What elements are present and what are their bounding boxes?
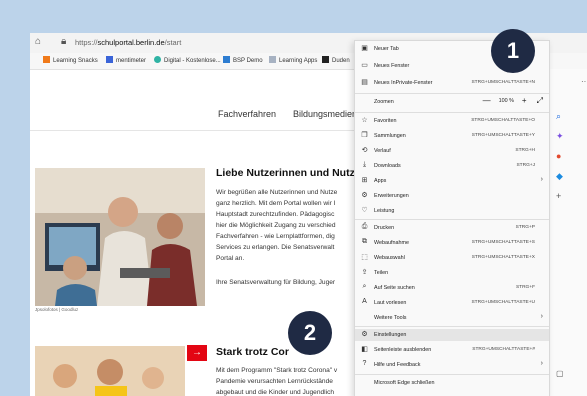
edge-sidebar: ⌕ ✦ ● ◆ + ▢ bbox=[547, 69, 587, 396]
url-field[interactable]: https://schulportal.berlin.de/start bbox=[75, 38, 181, 47]
star-icon: ☆ bbox=[361, 117, 368, 124]
find-icon: ⌕ bbox=[362, 283, 367, 290]
menu-downloads[interactable]: ⤓ Downloads STRG+J bbox=[355, 160, 549, 172]
menu-help-feedback[interactable]: ? Hilfe und Feedback › bbox=[355, 359, 549, 371]
welcome-line: Hauptstadt zurechtzufinden. Pädagogisc bbox=[216, 211, 335, 218]
arrow-right-button[interactable]: → bbox=[187, 345, 207, 361]
nav-bildungsmedien[interactable]: Bildungsmedien bbox=[293, 109, 357, 119]
welcome-heading: Liebe Nutzerinnen und Nutz bbox=[216, 167, 355, 179]
web-select-icon: ⬚ bbox=[361, 254, 368, 261]
menu-more-tools[interactable]: Weitere Tools › bbox=[355, 312, 549, 324]
callout-2: 2 bbox=[288, 311, 332, 355]
bookmark-duden[interactable]: Duden bbox=[322, 56, 350, 64]
menu-find-on-page[interactable]: ⌕ Auf Seite suchen STRG+F bbox=[355, 282, 549, 294]
menu-divider bbox=[355, 374, 549, 375]
welcome-line: hier die Möglichkeit Zugang zu verschied bbox=[216, 222, 336, 229]
welcome-line: ganz herzlich. Mit dem Portal wollen wir… bbox=[216, 200, 336, 207]
extensions-icon: ⚙ bbox=[361, 192, 368, 199]
outlook-icon[interactable]: ◆ bbox=[556, 171, 563, 182]
bookmark-favicon-icon bbox=[269, 56, 276, 63]
office-icon[interactable]: ● bbox=[556, 151, 561, 161]
menu-zoom: Zoomen —100 % + ⤢ bbox=[374, 96, 543, 106]
welcome-line: Wir begrüßen alle Nutzerinnen und Nutze bbox=[216, 189, 338, 196]
menu-divider bbox=[355, 219, 549, 220]
bookmark-favicon-icon bbox=[223, 56, 230, 63]
new-window-icon: ▭ bbox=[361, 62, 368, 69]
zoom-controls: — 100 % + ⤢ bbox=[483, 96, 543, 106]
menu-apps[interactable]: ⊞ Apps › bbox=[355, 175, 549, 187]
menu-web-select[interactable]: ⬚ Webauswahl STRG+UMSCHALTTASTE+X bbox=[355, 252, 549, 264]
inprivate-icon: ▤ bbox=[361, 79, 368, 86]
welcome-line: Portal an. bbox=[216, 255, 245, 262]
print-icon: ⎙ bbox=[361, 223, 368, 230]
bookmark-favicon-icon bbox=[106, 56, 113, 63]
download-icon: ⤓ bbox=[362, 161, 367, 168]
home-icon[interactable]: ⌂ bbox=[35, 36, 41, 47]
chevron-right-icon: › bbox=[540, 360, 543, 367]
corona-line: Mit dem Programm "Stark trotz Corona" v bbox=[216, 367, 338, 374]
web-capture-icon: ⧉ bbox=[362, 238, 367, 245]
menu-favorites[interactable]: ☆ Favoriten STRG+UMSCHALTTASTE+O bbox=[355, 115, 549, 127]
menu-performance[interactable]: ♡ Leistung bbox=[355, 205, 549, 217]
apps-icon: ⊞ bbox=[361, 177, 368, 184]
new-tab-icon: ▣ bbox=[361, 45, 368, 52]
menu-read-aloud[interactable]: A Laut vorlesen STRG+UMSCHALTTASTE+U bbox=[355, 297, 549, 309]
more-options-icon[interactable]: ··· bbox=[581, 77, 587, 86]
nav-divider bbox=[30, 130, 355, 131]
edge-settings-menu: ▣ Neuer Tab ▭ Neues Fenster ▤ Neues InPriva… bbox=[354, 40, 550, 396]
menu-share[interactable]: ⇪ Teilen bbox=[355, 267, 549, 279]
menu-close-edge[interactable]: Microsoft Edge schließen bbox=[355, 377, 549, 389]
menu-divider bbox=[355, 112, 549, 113]
arrow-right-icon: → bbox=[192, 347, 202, 358]
add-icon[interactable]: + bbox=[556, 191, 561, 201]
gear-icon: ⚙ bbox=[361, 331, 368, 338]
welcome-line: Services zu erlangen. Die Senatsverwalt bbox=[216, 244, 335, 251]
chevron-right-icon: › bbox=[540, 176, 543, 183]
share-icon: ⇪ bbox=[361, 269, 368, 276]
welcome-line: Fachverfahren - wie Lernplattformen, dig bbox=[216, 233, 335, 240]
corona-line: Pandemie verursachten Lernrückstände bbox=[216, 378, 333, 385]
heart-icon: ♡ bbox=[361, 207, 368, 214]
fullscreen-icon[interactable]: ⤢ bbox=[537, 96, 543, 105]
collections-icon: ❒ bbox=[361, 132, 368, 139]
bookmark-bsp-demo[interactable]: BSP Demo bbox=[223, 56, 263, 64]
corona-line: abgebaut und die Kinder und Jugendlich bbox=[216, 389, 335, 396]
welcome-signoff: Ihre Senatsverwaltung für Bildung, Juger bbox=[216, 279, 336, 286]
menu-extensions[interactable]: ⚙ Erweiterungen bbox=[355, 190, 549, 202]
nav-fachverfahren[interactable]: Fachverfahren bbox=[218, 109, 276, 119]
bookmark-mentimeter[interactable]: mentimeter bbox=[106, 56, 146, 64]
students-photo bbox=[35, 168, 205, 306]
sidebar-icon: ◧ bbox=[361, 346, 368, 353]
lock-icon: 🔒︎ bbox=[61, 36, 67, 47]
photo-caption: Jpsolofotos | Goodluz bbox=[35, 307, 79, 312]
zoom-in-button[interactable]: + bbox=[522, 96, 527, 105]
bookmark-learning-apps[interactable]: Learning Apps bbox=[269, 56, 317, 64]
help-icon: ? bbox=[362, 360, 367, 367]
bookmark-learning-snacks[interactable]: Learning Snacks bbox=[43, 56, 98, 64]
read-aloud-icon: A bbox=[362, 298, 367, 305]
callout-1: 1 bbox=[491, 29, 535, 73]
sidebar-settings-icon[interactable]: ▢ bbox=[556, 369, 564, 378]
zoom-value: 100 % bbox=[498, 98, 514, 104]
menu-web-capture[interactable]: ⧉ Webaufnahme STRG+UMSCHALTTASTE+S bbox=[355, 237, 549, 249]
bookmark-favicon-icon bbox=[154, 56, 161, 63]
menu-print[interactable]: ⎙ Drucken STRG+P bbox=[355, 222, 549, 234]
menu-collections[interactable]: ❒ Sammlungen STRG+UMSCHALTTASTE+Y bbox=[355, 130, 549, 142]
children-photo bbox=[35, 346, 185, 396]
zoom-out-button[interactable]: — bbox=[483, 96, 491, 105]
menu-history[interactable]: ⟲ Verlauf STRG+H bbox=[355, 145, 549, 157]
bookmark-digital[interactable]: Digital - Kostenlose... bbox=[154, 56, 221, 64]
shopping-icon[interactable]: ✦ bbox=[556, 131, 564, 142]
menu-settings[interactable]: ⚙ Einstellungen bbox=[355, 329, 549, 341]
bookmark-favicon-icon bbox=[322, 56, 329, 63]
corona-heading: Stark trotz Cor bbox=[216, 346, 289, 358]
search-icon[interactable]: ⌕ bbox=[556, 111, 561, 122]
menu-inprivate-window[interactable]: ▤ Neues InPrivate-Fenster STRG+UMSCHALTTAS… bbox=[355, 77, 549, 89]
menu-divider bbox=[355, 326, 549, 327]
chevron-right-icon: › bbox=[540, 313, 543, 320]
menu-divider bbox=[355, 93, 549, 94]
bookmark-favicon-icon bbox=[43, 56, 50, 63]
menu-hide-sidebar[interactable]: ◧ Seitenleiste ausblenden STRG+UMSCHALTTAS… bbox=[355, 344, 549, 356]
history-icon: ⟲ bbox=[361, 147, 368, 154]
